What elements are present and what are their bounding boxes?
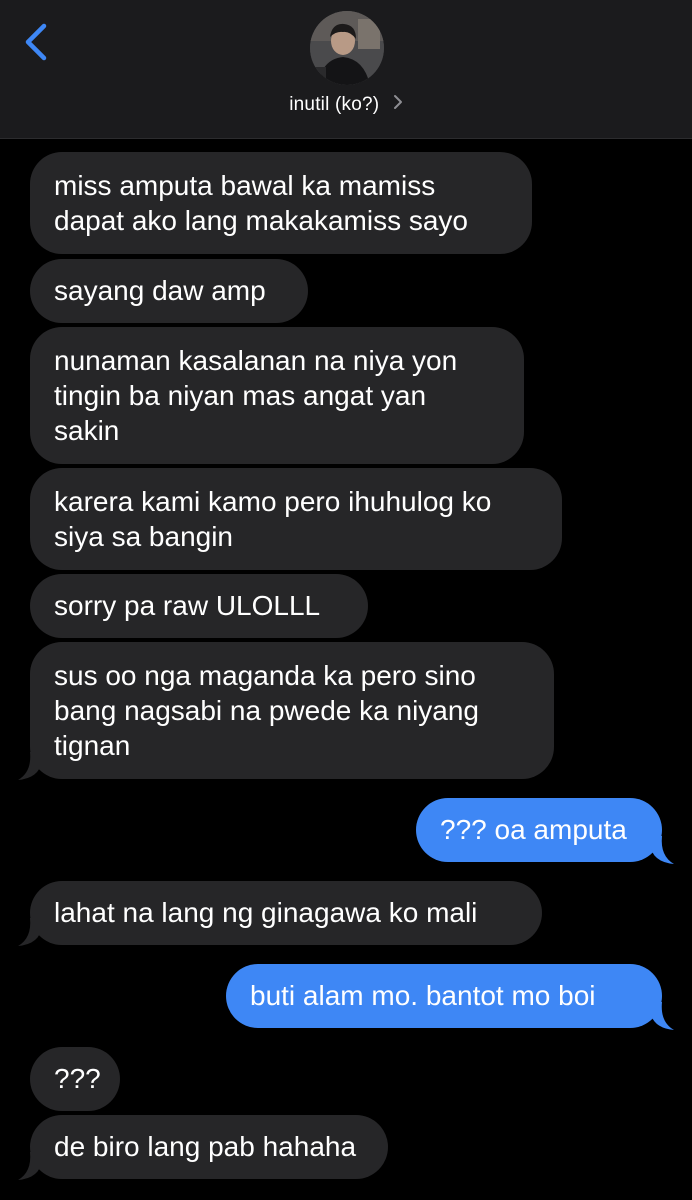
message-line: sakin <box>54 415 120 446</box>
message-line: ??? <box>54 1063 101 1094</box>
message-line: ??? oa amputa <box>440 814 627 845</box>
message-line: de biro lang pab hahaha <box>54 1131 357 1162</box>
message-bubble-incoming[interactable]: miss amputa bawal ka mamiss dapat ako la… <box>30 152 532 254</box>
bubble-tail <box>18 918 42 946</box>
message-line: tingin ba niyan mas angat yan <box>54 380 427 411</box>
message-bubble-incoming[interactable]: nunaman kasalanan na niya yon tingin ba … <box>30 327 524 464</box>
message-line: nunaman kasalanan na niya yon <box>54 345 458 376</box>
message-list[interactable]: miss amputa bawal ka mamiss dapat ako la… <box>0 0 692 1200</box>
message-bubble-incoming[interactable]: sus oo nga maganda ka pero sino bang nag… <box>30 642 554 779</box>
message-line: buti alam mo. bantot mo boi <box>250 980 596 1011</box>
message-line: sayang daw amp <box>54 275 266 306</box>
message-line: tignan <box>54 730 131 761</box>
message-bubble-incoming[interactable]: de biro lang pab hahaha <box>30 1115 388 1179</box>
bubble-tail <box>18 1152 42 1180</box>
message-line: miss amputa bawal ka mamiss <box>54 170 436 201</box>
message-bubble-incoming[interactable]: karera kami kamo pero ihuhulog ko siya s… <box>30 468 562 570</box>
message-line: dapat ako lang makakamiss sayo <box>54 205 468 236</box>
message-bubble-incoming[interactable]: sorry pa raw ULOLLL <box>30 574 368 638</box>
bubble-tail <box>650 1002 674 1030</box>
message-line: sorry pa raw ULOLLL <box>54 590 321 621</box>
message-line: bang nagsabi na pwede ka niyang <box>54 695 480 726</box>
message-bubble-outgoing[interactable]: ??? oa amputa <box>416 798 662 862</box>
message-bubble-incoming[interactable]: sayang daw amp <box>30 259 308 323</box>
message-line: sus oo nga maganda ka pero sino <box>54 660 476 691</box>
message-bubble-incoming[interactable]: ??? <box>30 1047 120 1111</box>
message-line: karera kami kamo pero ihuhulog ko <box>54 486 492 517</box>
message-line: lahat na lang ng ginagawa ko mali <box>54 897 478 928</box>
bubble-tail <box>650 836 674 864</box>
message-bubble-incoming[interactable]: lahat na lang ng ginagawa ko mali <box>30 881 542 945</box>
message-line: siya sa bangin <box>54 521 234 552</box>
message-bubble-outgoing[interactable]: buti alam mo. bantot mo boi <box>226 964 662 1028</box>
bubble-tail <box>18 752 42 780</box>
